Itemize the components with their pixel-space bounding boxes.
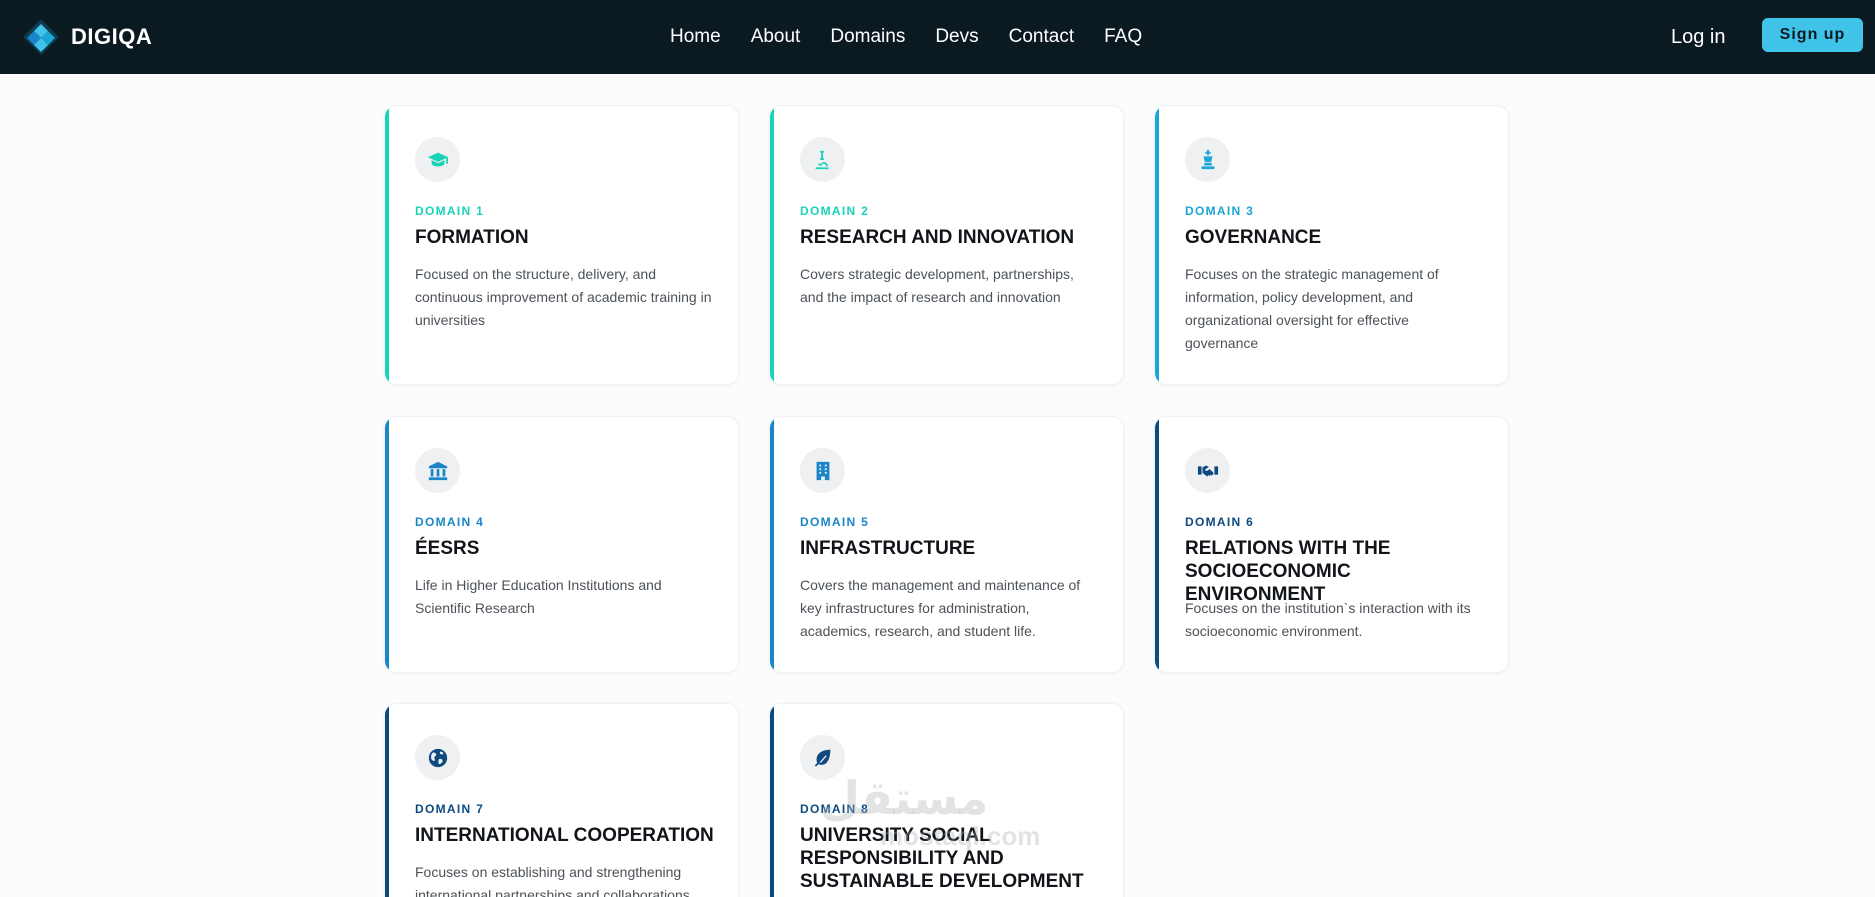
domain-label: DOMAIN 7 — [415, 802, 485, 816]
domain-label: DOMAIN 5 — [800, 515, 870, 529]
domain-label: DOMAIN 4 — [415, 515, 485, 529]
domain-title: INFRASTRUCTURE — [800, 538, 976, 559]
nav-domains[interactable]: Domains — [830, 26, 905, 48]
domain-title: GOVERNANCE — [1185, 227, 1322, 248]
globe-icon — [415, 735, 460, 780]
domain-title: RELATIONS WITH THE SOCIOECONOMIC ENVIRON… — [1185, 538, 1391, 605]
nav-contact[interactable]: Contact — [1009, 26, 1074, 48]
card-accent-bar — [1155, 417, 1159, 672]
domain-description: Focuses on the strategic management of i… — [1185, 266, 1439, 351]
nav-about[interactable]: About — [751, 26, 801, 48]
domain-description: Covers strategic development, partnershi… — [800, 266, 1074, 305]
graduation-cap-icon — [415, 137, 460, 182]
domain-label: DOMAIN 2 — [800, 204, 870, 218]
domain-title: RESEARCH AND INNOVATION — [800, 227, 1075, 248]
card-accent-bar — [385, 417, 389, 672]
leaf-icon — [800, 735, 845, 780]
domain-title: INTERNATIONAL COOPERATION — [415, 825, 714, 846]
domain-title: FORMATION — [415, 227, 529, 248]
main-nav: Home About Domains Devs Contact FAQ — [670, 0, 1142, 74]
card-accent-bar — [385, 106, 389, 384]
card-accent-bar — [770, 106, 774, 384]
domain-title: UNIVERSITY SOCIAL RESPONSIBILITY AND SUS… — [800, 825, 1084, 892]
nav-devs[interactable]: Devs — [935, 26, 978, 48]
domain-description: Covers the management and maintenance of… — [800, 577, 1081, 639]
domain-card-7[interactable]: DOMAIN 7 INTERNATIONAL COOPERATION Focus… — [384, 703, 739, 897]
building-icon — [800, 448, 845, 493]
domain-label: DOMAIN 3 — [1185, 204, 1255, 218]
brand-home-link[interactable]: DIGIQA — [21, 15, 152, 59]
brand-name: DIGIQA — [71, 24, 153, 49]
domain-card-6[interactable]: DOMAIN 6 RELATIONS WITH THE SOCIOECONOMI… — [1154, 416, 1509, 673]
institution-icon — [415, 448, 460, 493]
card-accent-bar — [770, 704, 774, 897]
domain-card-4[interactable]: DOMAIN 4 ÉESRS Life in Higher Education … — [384, 416, 739, 673]
card-accent-bar — [385, 704, 389, 897]
domain-label: DOMAIN 8 — [800, 802, 870, 816]
domain-title: ÉESRS — [415, 538, 480, 559]
domain-card-2[interactable]: DOMAIN 2 RESEARCH AND INNOVATION Covers … — [769, 105, 1124, 385]
microscope-icon — [800, 137, 845, 182]
domain-card-5[interactable]: DOMAIN 5 INFRASTRUCTURE Covers the manag… — [769, 416, 1124, 673]
top-navigation-bar: DIGIQA Home About Domains Devs Contact F… — [0, 0, 1875, 74]
domain-card-3[interactable]: DOMAIN 3 GOVERNANCE Focuses on the strat… — [1154, 105, 1509, 385]
domain-description: Focused on the structure, delivery, and … — [415, 266, 712, 328]
chess-king-icon — [1185, 137, 1230, 182]
login-link[interactable]: Log in — [1671, 22, 1726, 52]
signup-button[interactable]: Sign up — [1762, 18, 1863, 52]
diamond-logo-icon — [23, 19, 59, 55]
domain-label: DOMAIN 6 — [1185, 515, 1255, 529]
domain-label: DOMAIN 1 — [415, 204, 485, 218]
card-accent-bar — [1155, 106, 1159, 384]
handshake-icon — [1185, 448, 1230, 493]
domain-card-1[interactable]: DOMAIN 1 FORMATION Focused on the struct… — [384, 105, 739, 385]
nav-home[interactable]: Home — [670, 26, 721, 48]
nav-faq[interactable]: FAQ — [1104, 26, 1142, 48]
domain-card-8[interactable]: DOMAIN 8 UNIVERSITY SOCIAL RESPONSIBILIT… — [769, 703, 1124, 897]
domain-description: Life in Higher Education Institutions an… — [415, 577, 662, 616]
domain-description: Focuses on establishing and strengthenin… — [415, 864, 690, 897]
card-accent-bar — [770, 417, 774, 672]
domain-description: Focuses on the institution`s interaction… — [1185, 600, 1471, 639]
